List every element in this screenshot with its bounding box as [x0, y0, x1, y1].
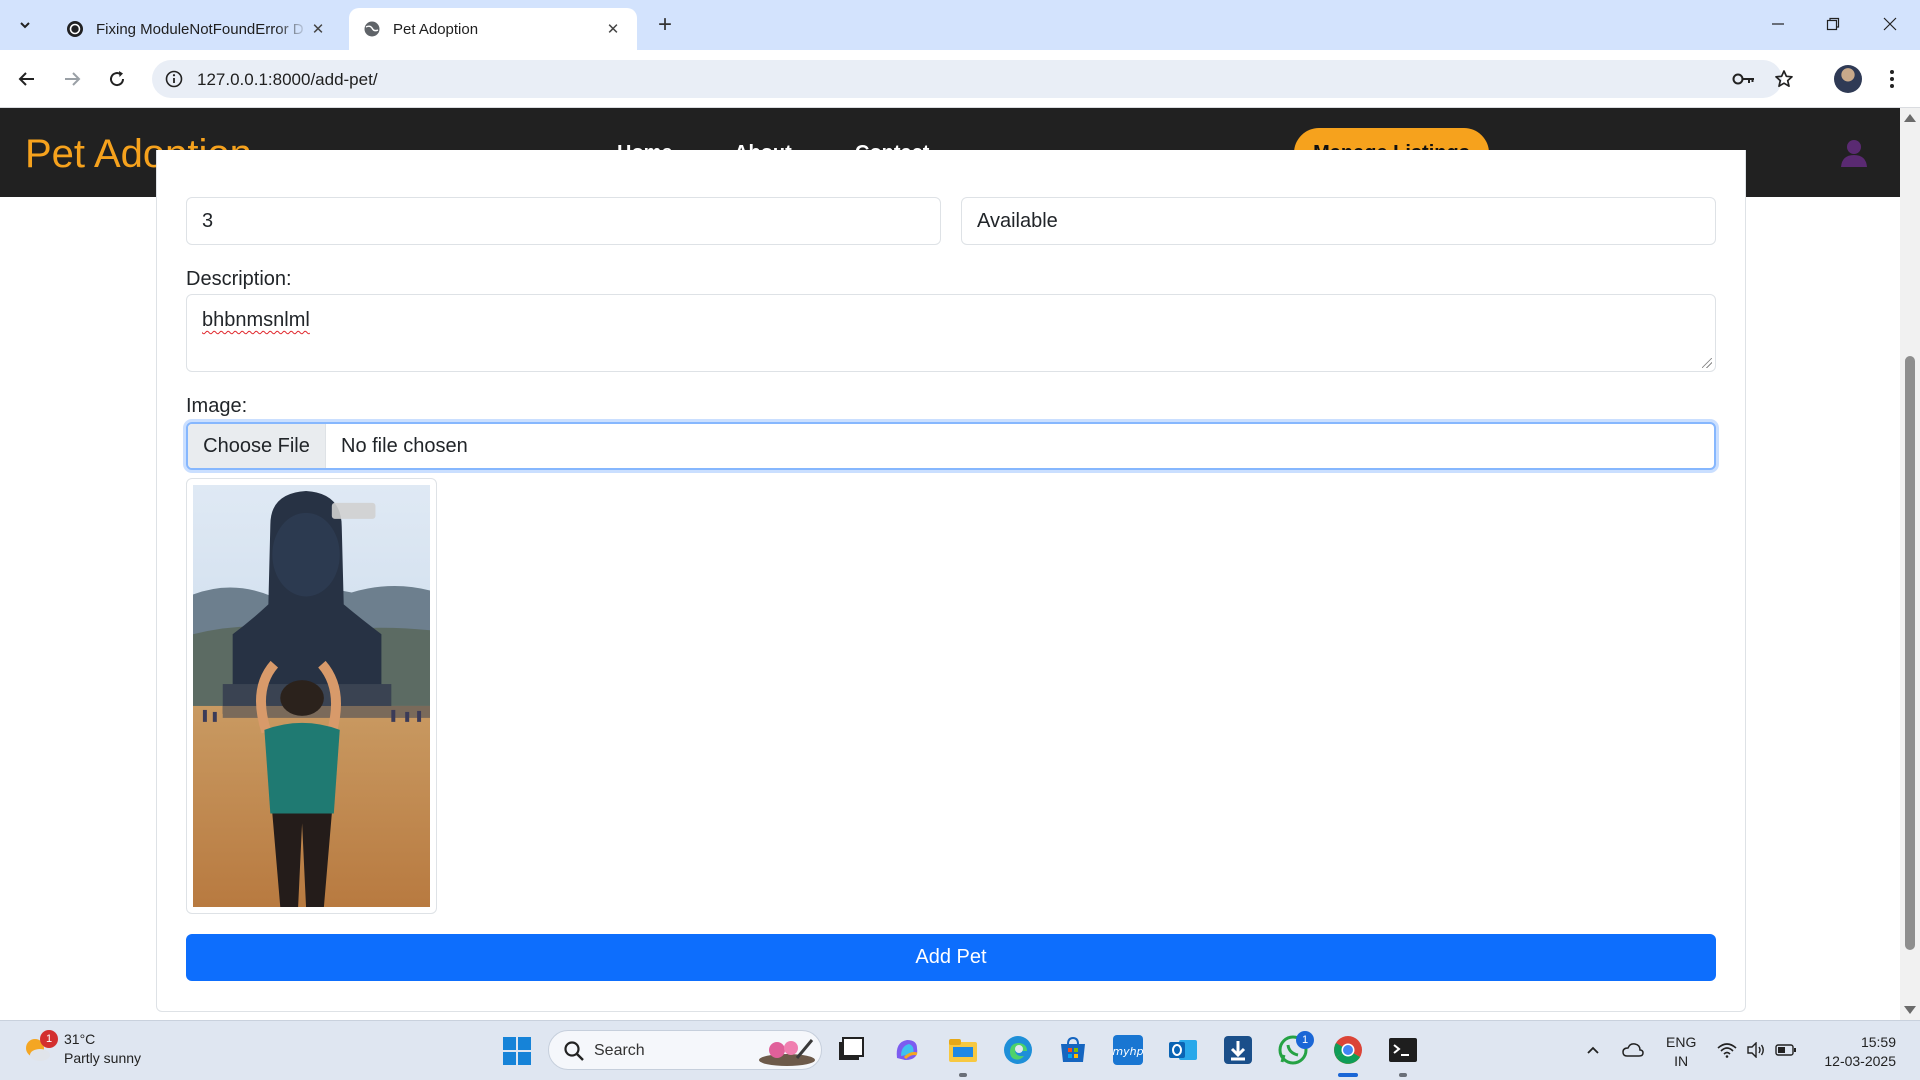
tab-search-button[interactable]: [11, 11, 39, 39]
address-bar[interactable]: 127.0.0.1:8000/add-pet/: [152, 60, 1793, 98]
weather-temperature: 31°C: [64, 1031, 96, 1047]
windows-start-icon[interactable]: [502, 1036, 532, 1066]
bookmark-star-icon[interactable]: [1772, 67, 1796, 91]
copilot-icon[interactable]: [891, 1034, 923, 1066]
new-tab-button[interactable]: +: [651, 11, 679, 39]
url-text[interactable]: 127.0.0.1:8000/add-pet/: [197, 70, 378, 90]
weather-sun-icon: 1: [22, 1030, 58, 1064]
status-input[interactable]: Available: [961, 197, 1716, 245]
chatgpt-icon: [66, 20, 84, 38]
onedrive-cloud-icon[interactable]: [1622, 1039, 1644, 1061]
wifi-icon[interactable]: [1716, 1039, 1738, 1061]
whatsapp-notification-badge: 1: [1296, 1031, 1314, 1049]
textarea-resize-handle[interactable]: [1702, 358, 1712, 368]
pet-image-preview: [186, 478, 437, 914]
restore-icon: [1826, 17, 1840, 31]
image-file-input[interactable]: Choose File No file chosen: [186, 422, 1716, 470]
input-language-indicator[interactable]: ENG IN: [1666, 1033, 1696, 1071]
weather-description: Partly sunny: [64, 1050, 142, 1066]
terminal-running-indicator: [1399, 1073, 1407, 1077]
task-view-icon[interactable]: [835, 1034, 867, 1066]
edge-browser-icon[interactable]: [1002, 1034, 1034, 1066]
forward-button[interactable]: [56, 63, 88, 95]
reload-icon: [110, 71, 125, 87]
page-scrollbar[interactable]: [1900, 108, 1920, 1020]
restore-button[interactable]: [1811, 6, 1855, 42]
back-arrow-icon: [18, 72, 34, 86]
weather-notification-badge: 1: [40, 1030, 58, 1048]
add-pet-submit-button[interactable]: Add Pet: [186, 934, 1716, 981]
svg-text:myhp: myhp: [1112, 1045, 1143, 1058]
scroll-up-arrow-icon[interactable]: [1904, 114, 1916, 122]
file-explorer-icon[interactable]: [947, 1034, 979, 1066]
browser-toolbar: 127.0.0.1:8000/add-pet/: [0, 50, 1920, 108]
browser-menu-button[interactable]: [1880, 64, 1904, 94]
chrome-icon[interactable]: [1332, 1034, 1364, 1066]
minimize-button[interactable]: [1756, 6, 1800, 42]
search-placeholder: Search: [594, 1042, 645, 1059]
user-profile-icon[interactable]: [1838, 136, 1870, 168]
weather-widget[interactable]: 1 31°C Partly sunny: [22, 1030, 141, 1068]
battery-icon[interactable]: [1775, 1039, 1797, 1061]
tab-pet-adoption[interactable]: Pet Adoption ✕: [349, 8, 637, 50]
taskbar-search[interactable]: Search: [548, 1030, 822, 1070]
volume-icon[interactable]: [1745, 1039, 1767, 1061]
reload-button[interactable]: [101, 63, 133, 95]
chrome-active-indicator: [1338, 1073, 1358, 1077]
minimize-icon: [1772, 23, 1784, 25]
windows-taskbar: 1 31°C Partly sunny Search myhp 1 ENG IN…: [0, 1020, 1920, 1080]
close-tab-icon[interactable]: ✕: [603, 19, 623, 39]
chevron-down-icon: [20, 22, 30, 29]
close-window-button[interactable]: [1868, 6, 1912, 42]
choose-file-button[interactable]: Choose File: [188, 424, 326, 468]
clock-time: 15:59: [1860, 1034, 1896, 1050]
forward-arrow-icon: [65, 72, 81, 86]
browser-tab-strip: Fixing ModuleNotFoundError D ✕ Pet Adopt…: [0, 0, 1920, 50]
clock-date: 12-03-2025: [1824, 1053, 1896, 1069]
region-code: IN: [1674, 1053, 1689, 1069]
back-button[interactable]: [11, 63, 43, 95]
description-textarea[interactable]: bhbnmsnlml: [186, 294, 1716, 372]
image-label: Image:: [186, 395, 248, 417]
globe-icon: [363, 20, 381, 38]
file-status-text: No file chosen: [341, 434, 468, 457]
profile-avatar[interactable]: [1834, 65, 1862, 93]
close-icon: [1883, 17, 1897, 31]
description-value: bhbnmsnlml: [202, 309, 310, 331]
show-hidden-icons-chevron-up-icon[interactable]: [1582, 1039, 1604, 1061]
outlook-icon[interactable]: [1167, 1034, 1199, 1066]
tab-title: Fixing ModuleNotFoundError D: [96, 20, 304, 38]
search-icon: [564, 1041, 584, 1061]
scroll-down-arrow-icon[interactable]: [1904, 1006, 1916, 1014]
preview-photo: [193, 485, 430, 907]
myhp-icon[interactable]: myhp: [1112, 1034, 1144, 1066]
terminal-icon[interactable]: [1387, 1034, 1419, 1066]
site-info-icon[interactable]: [162, 67, 186, 91]
tab-title: Pet Adoption: [393, 20, 479, 38]
language-code: ENG: [1666, 1034, 1697, 1050]
more-vert-icon: [1890, 70, 1894, 88]
downloads-icon[interactable]: [1222, 1034, 1254, 1066]
age-input[interactable]: 3: [186, 197, 941, 245]
search-highlight-art-icon: [759, 1039, 815, 1066]
scrollbar-thumb[interactable]: [1905, 356, 1915, 950]
password-key-icon[interactable]: [1732, 67, 1756, 91]
description-label: Description:: [186, 268, 292, 290]
explorer-running-indicator: [959, 1073, 967, 1077]
system-clock[interactable]: 15:59 12-03-2025: [1810, 1033, 1896, 1071]
close-tab-icon[interactable]: ✕: [308, 19, 328, 39]
microsoft-store-icon[interactable]: [1057, 1034, 1089, 1066]
status-input-value: Available: [977, 210, 1058, 232]
age-input-value: 3: [202, 210, 214, 232]
tab-fixing-modulenotfounderror[interactable]: Fixing ModuleNotFoundError D ✕: [52, 8, 342, 50]
